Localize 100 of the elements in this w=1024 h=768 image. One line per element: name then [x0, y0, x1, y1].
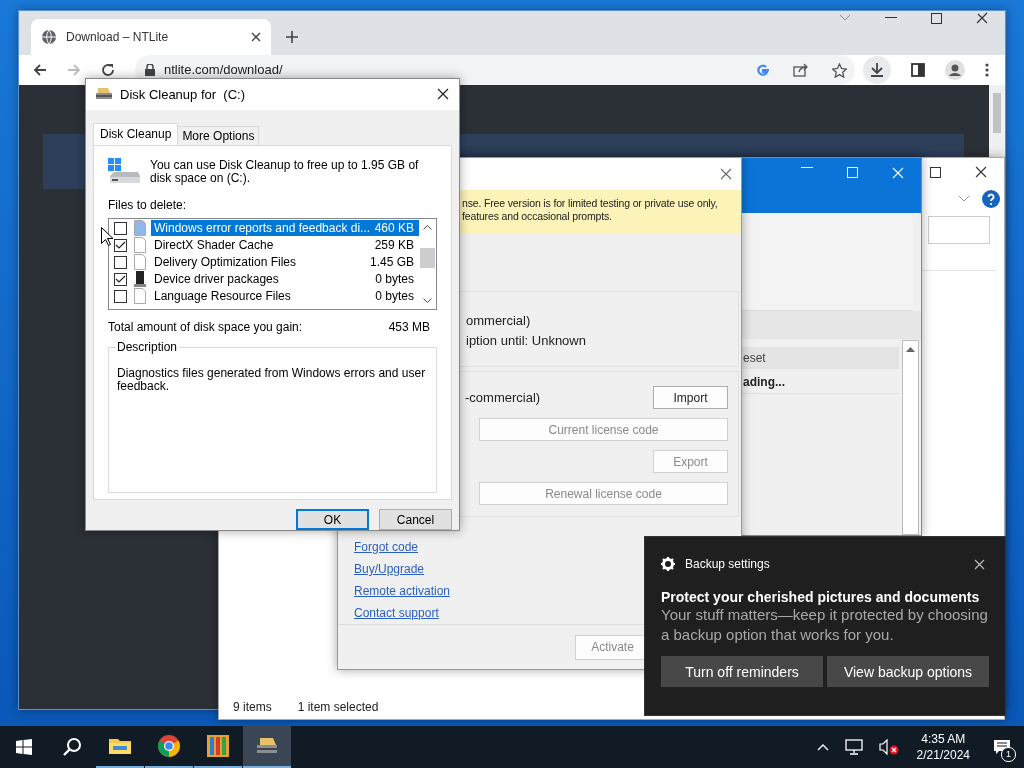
scroll-thumb[interactable] — [420, 247, 435, 268]
list-item[interactable]: Delivery Optimization Files 1.45 GB — [151, 254, 419, 271]
file-name: Windows error reports and feedback di... — [154, 220, 371, 237]
file-name: DirectX Shader Cache — [154, 237, 274, 254]
chevron-up-icon[interactable] — [816, 743, 829, 751]
scrollbar[interactable] — [902, 340, 919, 535]
checkbox[interactable] — [114, 255, 127, 269]
toast-button[interactable]: View backup options — [827, 656, 989, 687]
globe-icon — [41, 29, 57, 45]
chevron-down-icon[interactable] — [958, 195, 970, 203]
notification-count: 1 — [1001, 747, 1016, 762]
maximize-icon[interactable] — [931, 12, 942, 24]
column-header[interactable]: eset — [739, 347, 899, 369]
group-title: Description — [115, 339, 180, 354]
check-icon — [115, 274, 126, 284]
clock-time: 4:35 AM — [920, 731, 967, 747]
download-icon[interactable] — [863, 56, 891, 84]
tab[interactable]: More Options — [177, 125, 260, 145]
close-icon[interactable] — [975, 166, 987, 178]
list-item[interactable]: Device driver packages 0 bytes — [151, 271, 419, 288]
chrome-icon — [157, 734, 181, 758]
scroll-up-icon — [906, 347, 915, 352]
checkbox[interactable] — [114, 238, 127, 252]
file-icon — [134, 254, 146, 271]
scroll-up-icon — [423, 223, 432, 230]
clock[interactable]: 4:35 AM 2/21/2024 — [906, 731, 980, 763]
address-bar[interactable]: ntlite.com/download/ — [135, 55, 855, 85]
file-icon — [134, 237, 146, 254]
taskbar-button[interactable] — [243, 726, 291, 768]
search-icon[interactable] — [62, 737, 82, 757]
checkbox[interactable] — [114, 289, 127, 303]
disk-cleanup-icon — [95, 87, 113, 102]
toast-heading: Protect your cherished pictures and documents — [661, 589, 981, 605]
browser-tab[interactable]: Download – NTLite — [31, 19, 271, 55]
drive-icon — [108, 157, 140, 186]
list-item[interactable]: DirectX Shader Cache 259 KB — [151, 237, 419, 254]
plus-icon[interactable] — [285, 30, 299, 44]
list-item[interactable]: Windows error reports and feedback di... 460 KB — [151, 220, 419, 237]
google-icon[interactable] — [756, 63, 770, 77]
windows-start-icon[interactable] — [16, 739, 32, 755]
cursor-icon — [101, 227, 113, 246]
checkbox[interactable] — [114, 272, 127, 286]
scroll-thumb[interactable] — [993, 93, 1001, 133]
profile-icon[interactable] — [945, 60, 965, 80]
file-icon — [134, 288, 146, 305]
app-name: Backup settings — [685, 557, 770, 571]
file-size: 1.45 GB — [369, 254, 414, 271]
clock-date: 2/21/2024 — [916, 747, 970, 763]
share-icon[interactable] — [793, 63, 809, 77]
status-text: 1 item selected — [297, 700, 379, 714]
checkbox[interactable] — [114, 221, 127, 235]
close-icon[interactable] — [974, 558, 985, 570]
scroll-down-icon — [423, 297, 432, 304]
side-panel-icon[interactable] — [911, 63, 925, 77]
total-label: Total amount of disk space you gain: — [108, 319, 303, 334]
close-icon[interactable] — [251, 32, 261, 42]
toast-body: Your stuff matters—keep it protected by choosing a backup option that works for you. — [661, 605, 989, 645]
close-icon[interactable] — [976, 12, 988, 24]
notice-text: nse. Free version is for limited testing or private use only, — [462, 197, 719, 210]
link[interactable]: Buy/Upgrade — [354, 561, 425, 578]
license-type: -commercial) — [464, 390, 542, 405]
notice-text: features and occasional prompts. — [462, 210, 613, 223]
file-size: 259 KB — [374, 237, 414, 254]
volume-muted-icon[interactable] — [878, 739, 899, 755]
window-title: Disk Cleanup for (C:) — [120, 86, 245, 102]
section-label: Files to delete: — [108, 197, 188, 212]
dialog-button[interactable]: Import — [653, 386, 728, 409]
dialog-button[interactable]: Cancel — [379, 509, 452, 530]
link[interactable]: Contact support — [354, 605, 439, 622]
reload-icon[interactable] — [101, 63, 115, 77]
star-icon[interactable] — [832, 62, 847, 78]
tab[interactable]: Disk Cleanup — [93, 122, 179, 145]
minimize-icon[interactable] — [801, 167, 813, 169]
url-text: ntlite.com/download/ — [164, 63, 283, 77]
maximize-icon[interactable] — [930, 166, 941, 178]
chevron-down-icon[interactable] — [839, 14, 851, 22]
toast-button[interactable]: Turn off reminders — [661, 656, 823, 687]
help-icon[interactable] — [982, 190, 1000, 208]
file-size: 0 bytes — [375, 271, 414, 288]
file-size: 0 bytes — [375, 288, 414, 305]
file-name: Language Resource Files — [154, 288, 291, 305]
network-icon[interactable] — [844, 739, 863, 755]
back-icon[interactable] — [33, 63, 47, 77]
close-icon[interactable] — [437, 88, 449, 101]
file-icon — [134, 220, 146, 237]
gear-icon — [661, 557, 675, 571]
dialog-button[interactable]: OK — [296, 509, 369, 530]
file-name: Device driver packages — [154, 271, 279, 288]
link[interactable]: Remote activation — [354, 583, 451, 600]
check-icon — [115, 240, 126, 250]
description-text: Diagnostics files generated from Windows errors and user feedback. — [117, 366, 427, 393]
license-info: iption until: Unknown — [466, 332, 587, 350]
link[interactable]: Forgot code — [354, 539, 419, 556]
minimize-icon[interactable] — [885, 17, 897, 19]
search-field[interactable] — [928, 216, 990, 244]
list-item[interactable]: Language Resource Files 0 bytes — [151, 288, 419, 305]
intro-text: You can use Disk Cleanup to free up to 1.95 GB of disk space on (C:). — [150, 157, 420, 185]
menu-icon[interactable] — [985, 63, 989, 77]
tab-title: Download – NTLite — [66, 30, 170, 44]
total-value: 453 MB — [388, 319, 430, 334]
